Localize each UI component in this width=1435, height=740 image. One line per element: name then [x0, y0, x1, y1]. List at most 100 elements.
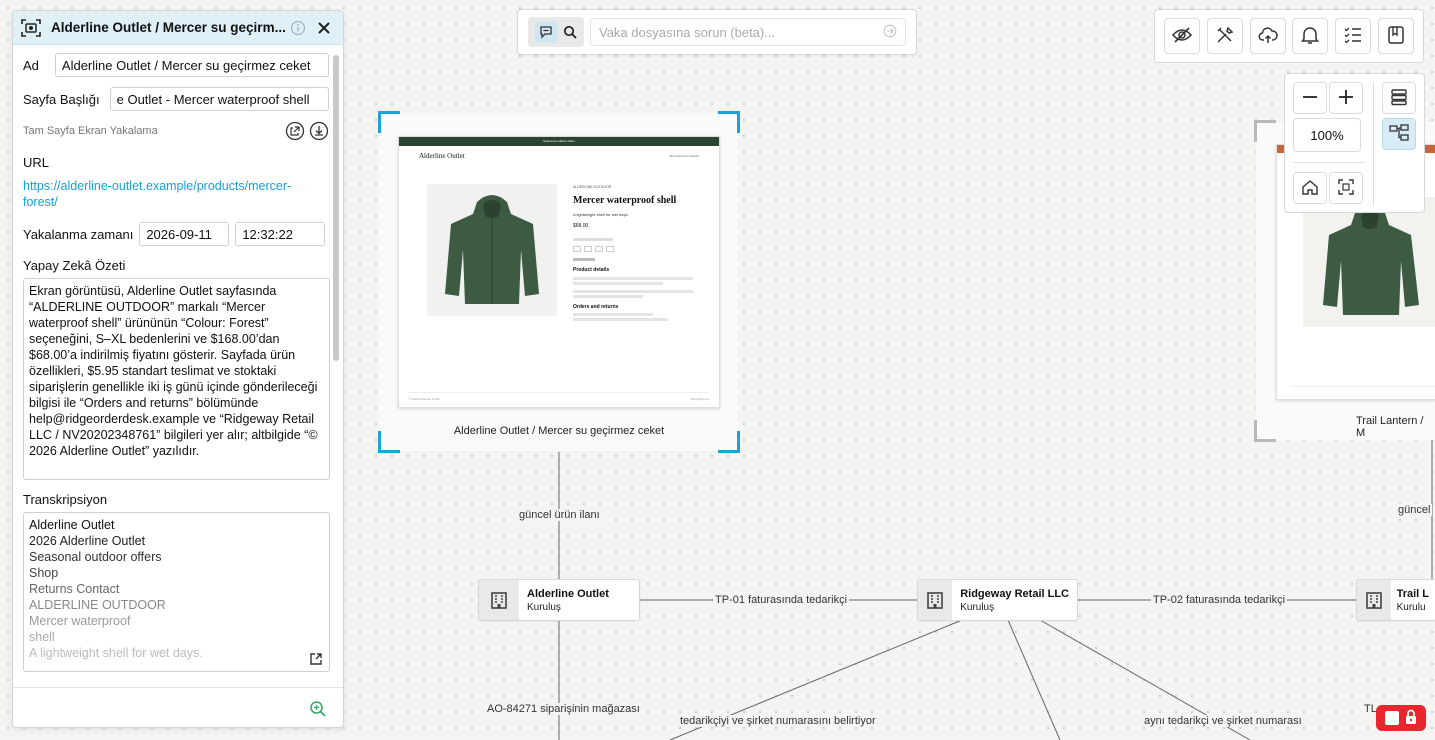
transcription-line: 2026 Alderline Outlet	[29, 534, 146, 548]
entity-type: Kuruluş	[960, 601, 995, 613]
submit-arrow-icon[interactable]	[883, 24, 897, 41]
fit-view-button[interactable]	[1329, 172, 1363, 204]
ai-summary-text[interactable]: Ekran görüntüsü, Alderline Outlet sayfas…	[23, 278, 330, 480]
zoom-controls: 100%	[1284, 73, 1425, 213]
transcription-line: Returns Contact	[29, 582, 120, 596]
transcription-line: Shop	[29, 566, 59, 580]
screenshot-thumbnail: Seasonal outdoor offers Alderline Outlet…	[398, 136, 720, 408]
mini-kicker: ALDERLINE OUTDOOR	[573, 185, 612, 189]
edge-label-current-right: güncel	[1396, 504, 1433, 516]
bell-icon	[1301, 25, 1320, 48]
hierarchy-icon	[1389, 123, 1409, 145]
eye-slash-icon	[1171, 26, 1193, 47]
mini-brand: Alderline Outlet	[419, 152, 465, 160]
page-title-label: Sayfa Başlığı	[23, 91, 100, 107]
mini-details-heading: Product details	[573, 267, 610, 274]
notebook-icon	[1387, 25, 1405, 48]
mini-nav: Shop Returns Contact	[669, 154, 699, 158]
jacket-image	[427, 184, 557, 316]
checklist-icon	[1343, 26, 1363, 47]
lock-toggle-button[interactable]	[1376, 705, 1426, 731]
capture-type-label: Tam Sayfa Ekran Yakalama	[23, 125, 158, 137]
captured-at-label: Yakalanma zamanı	[23, 226, 134, 242]
search-placeholder: Vaka dosyasına sorun (beta)...	[599, 24, 776, 40]
transcription-line: Seasonal outdoor offers	[29, 550, 162, 564]
minus-icon	[1301, 88, 1319, 109]
edge-label-supplier-company: tedarikçiyi ve şirket numarasını belirti…	[678, 715, 878, 727]
screenshot-node-alderline[interactable]: Seasonal outdoor offers Alderline Outlet…	[378, 111, 740, 453]
home-view-button[interactable]	[1293, 172, 1327, 204]
tools-button[interactable]	[1206, 18, 1243, 54]
mini-footer-right: Shop Returns	[690, 397, 709, 401]
search-icon[interactable]	[563, 25, 577, 39]
mini-price: $68.00	[573, 222, 589, 229]
entity-node-ridgeway-retail[interactable]: Ridgeway Retail LLC Kuruluş	[917, 579, 1078, 621]
square-icon	[1385, 711, 1399, 725]
top-toolbar	[1154, 9, 1424, 63]
name-input[interactable]: Alderline Outlet / Mercer su geçirmez ce…	[54, 53, 329, 77]
url-label: URL	[23, 155, 50, 170]
edge-label-order-store: AO-84271 siparişinin mağazası	[485, 703, 642, 715]
zoom-out-button[interactable]	[1293, 82, 1327, 114]
transcription-line: ALDERLINE OUTDOOR	[29, 598, 166, 612]
lock-icon	[1405, 709, 1417, 728]
cloud-upload-icon	[1258, 25, 1278, 48]
entity-name: Ridgeway Retail LLC	[960, 587, 1069, 600]
case-search-bar: Vaka dosyasına sorun (beta)...	[517, 9, 917, 55]
transcription-label: Transkripsiyon	[23, 492, 108, 507]
zoom-in-button[interactable]	[1329, 82, 1363, 114]
edge-label-same-supplier: aynı tedarikçi ve şirket numarası	[1142, 715, 1304, 727]
upload-cloud-button[interactable]	[1249, 18, 1286, 54]
expand-icon[interactable]	[309, 652, 323, 666]
transcription-line: A lightweight shell for wet days.	[29, 646, 203, 660]
zoom-search-icon[interactable]	[309, 700, 327, 718]
mini-footer: © 2026 Alderline Outlet Shop Returns	[409, 392, 709, 401]
chat-icon[interactable]	[535, 21, 557, 43]
building-icon	[1357, 580, 1391, 620]
mini-footer-left: © 2026 Alderline Outlet	[409, 397, 440, 401]
captured-date-input[interactable]: 2026-09-11	[139, 222, 230, 246]
task-list-button[interactable]	[1334, 18, 1371, 54]
transcription-line: Mercer waterproof	[29, 614, 131, 628]
mini-product-title: Mercer waterproof shell	[573, 194, 677, 206]
entity-type: Kuruluş	[527, 601, 561, 613]
transcription-box[interactable]: Alderline Outlet 2026 Alderline Outlet S…	[23, 512, 330, 672]
scroll-thumb[interactable]	[333, 55, 339, 361]
entity-name: Alderline Outlet	[527, 587, 609, 600]
captured-time-input[interactable]: 12:32:22	[235, 222, 326, 246]
list-layout-button[interactable]	[1382, 82, 1416, 114]
hide-visibility-button[interactable]	[1164, 18, 1201, 54]
edge-label-current-listing: güncel ürün ilanı	[517, 509, 602, 521]
download-icon[interactable]	[309, 121, 329, 141]
notifications-button[interactable]	[1292, 18, 1329, 54]
screenshot-icon	[21, 18, 41, 37]
entity-node-alderline-outlet[interactable]: Alderline Outlet Kuruluş	[478, 579, 640, 621]
info-icon[interactable]	[287, 17, 309, 39]
home-icon	[1301, 178, 1319, 199]
entity-node-trail-partial[interactable]: Trail L Kurulu	[1356, 579, 1435, 621]
open-external-icon[interactable]	[285, 121, 305, 141]
case-search-input[interactable]: Vaka dosyasına sorun (beta)...	[590, 18, 906, 46]
building-icon	[918, 580, 953, 620]
plus-icon	[1337, 88, 1355, 109]
notebook-button[interactable]	[1377, 18, 1414, 54]
panel-header: Alderline Outlet / Mercer su geçirm...	[13, 11, 343, 45]
edge-label-tp02: TP-02 faturasında tedarikçi	[1151, 594, 1288, 606]
building-icon	[479, 580, 519, 620]
page-title-input[interactable]: e Outlet - Mercer waterproof shell	[109, 87, 329, 111]
screenshot-caption: Alderline Outlet / Mercer su geçirmez ce…	[453, 425, 665, 437]
url-link[interactable]: https://alderline-outlet.example/product…	[23, 178, 293, 210]
edge-label-tp01: TP-01 faturasında tedarikçi	[713, 594, 850, 606]
screenshot-caption-2: Trail Lantern / M	[1356, 415, 1424, 439]
mini-tagline: A lightweight shell for wet days.	[573, 211, 629, 217]
layers-icon	[1390, 88, 1408, 109]
tools-icon	[1215, 25, 1235, 48]
close-icon[interactable]	[313, 17, 335, 39]
panel-body: Ad Alderline Outlet / Mercer su geçirmez…	[13, 45, 330, 687]
zoom-level: 100%	[1293, 118, 1361, 152]
panel-scrollbar[interactable]	[332, 51, 340, 679]
mini-orders-heading: Orders and returns	[573, 303, 619, 310]
tree-layout-button[interactable]	[1382, 118, 1416, 150]
mini-topbar: Seasonal outdoor offers	[399, 137, 719, 146]
name-label: Ad	[23, 57, 39, 73]
